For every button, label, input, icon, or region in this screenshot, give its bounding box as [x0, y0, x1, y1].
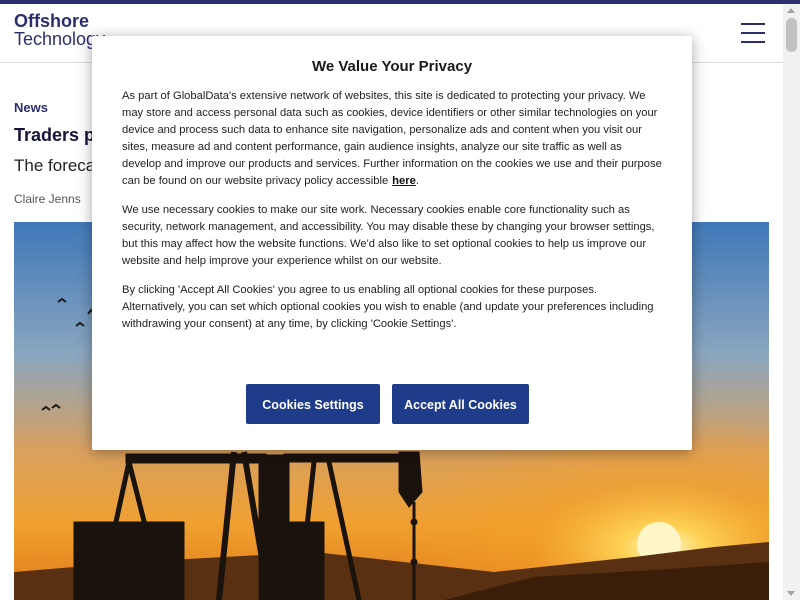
cookie-paragraph-2: We use necessary cookies to make our sit… [122, 204, 655, 267]
cookie-paragraph-1-end: . [415, 175, 419, 187]
privacy-policy-link[interactable]: here [392, 175, 416, 187]
cookie-paragraph-1-text: As part of GlobalData's extensive networ… [122, 90, 662, 187]
accept-all-cookies-button[interactable]: Accept All Cookies [392, 384, 529, 424]
cookie-consent-dialog: We Value Your Privacy As part of GlobalD… [92, 36, 692, 450]
cookie-paragraph-1: As part of GlobalData's extensive networ… [122, 88, 662, 190]
cookies-settings-button[interactable]: Cookies Settings [246, 384, 380, 424]
cookie-dialog-title: We Value Your Privacy [311, 58, 473, 75]
cookie-paragraph-3: By clicking 'Accept All Cookies' you agr… [122, 284, 654, 330]
cookie-dialog-body: As part of GlobalData's extensive networ… [122, 88, 662, 345]
